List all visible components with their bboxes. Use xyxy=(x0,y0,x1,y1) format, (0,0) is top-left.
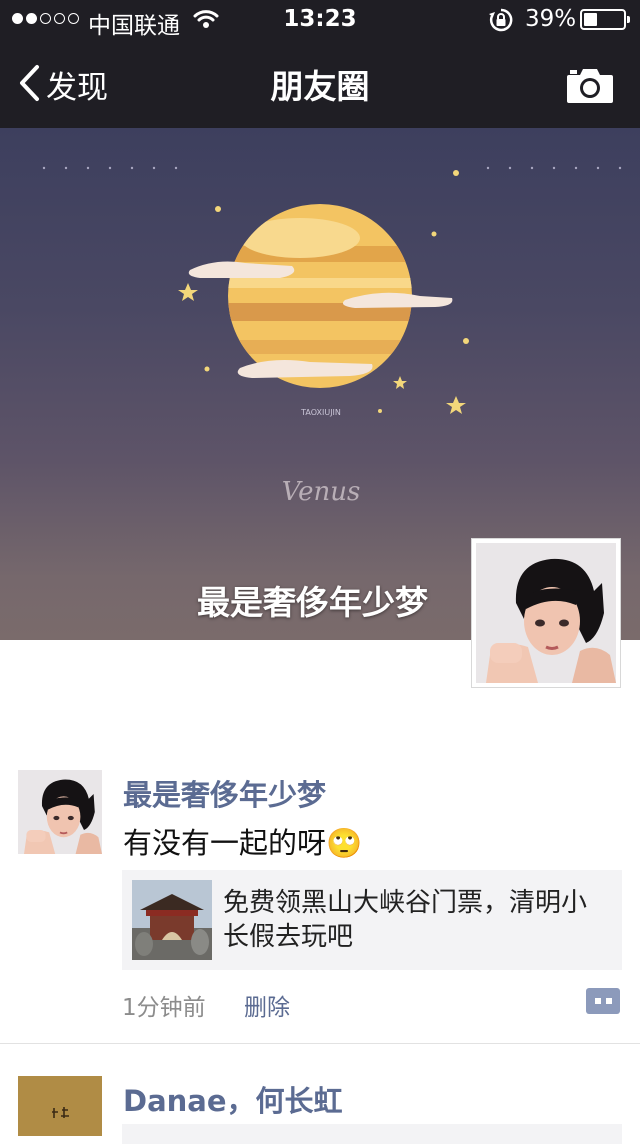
link-thumbnail xyxy=(132,880,212,960)
comment-button[interactable] xyxy=(584,988,620,1014)
profile-avatar[interactable] xyxy=(471,538,621,688)
cover-small-text: TAOXIUJIN xyxy=(300,408,341,417)
comment-dots-icon xyxy=(584,997,612,1005)
post-text-content: 有没有一起的呀 xyxy=(123,826,327,860)
cover-caption: Venus xyxy=(282,477,361,507)
shared-link-card[interactable] xyxy=(122,1124,622,1144)
rolling-eyes-emoji-icon: 🙄 xyxy=(326,826,363,860)
delete-button[interactable]: 删除 xyxy=(244,988,290,1022)
battery-icon xyxy=(580,9,630,30)
post-avatar[interactable] xyxy=(18,1076,102,1136)
post-avatar[interactable] xyxy=(18,770,102,854)
shared-link-card[interactable]: 免费领黑山大峡谷门票，清明小长假去玩吧 xyxy=(122,870,622,970)
camera-icon xyxy=(566,69,614,108)
page-title: 朋友圈 xyxy=(270,67,370,106)
rotation-lock-icon xyxy=(488,8,514,36)
status-bar: 中国联通 13:23 39% xyxy=(0,0,640,40)
post-divider xyxy=(0,1043,640,1044)
post-time: 1分钟前 xyxy=(122,995,206,1021)
post-author[interactable]: 最是奢侈年少梦 xyxy=(123,772,326,814)
profile-name[interactable]: 最是奢侈年少梦 xyxy=(197,576,428,624)
post-text: 有没有一起的呀🙄 xyxy=(123,820,362,862)
post-author[interactable]: Danae，何长虹 xyxy=(123,1078,343,1120)
camera-button[interactable] xyxy=(566,66,614,108)
link-title: 免费领黑山大峡谷门票，清明小长假去玩吧 xyxy=(223,888,588,952)
top-bar: 中国联通 13:23 39% 发现 朋友圈 xyxy=(0,0,640,128)
battery-percent: 39% xyxy=(525,6,577,32)
